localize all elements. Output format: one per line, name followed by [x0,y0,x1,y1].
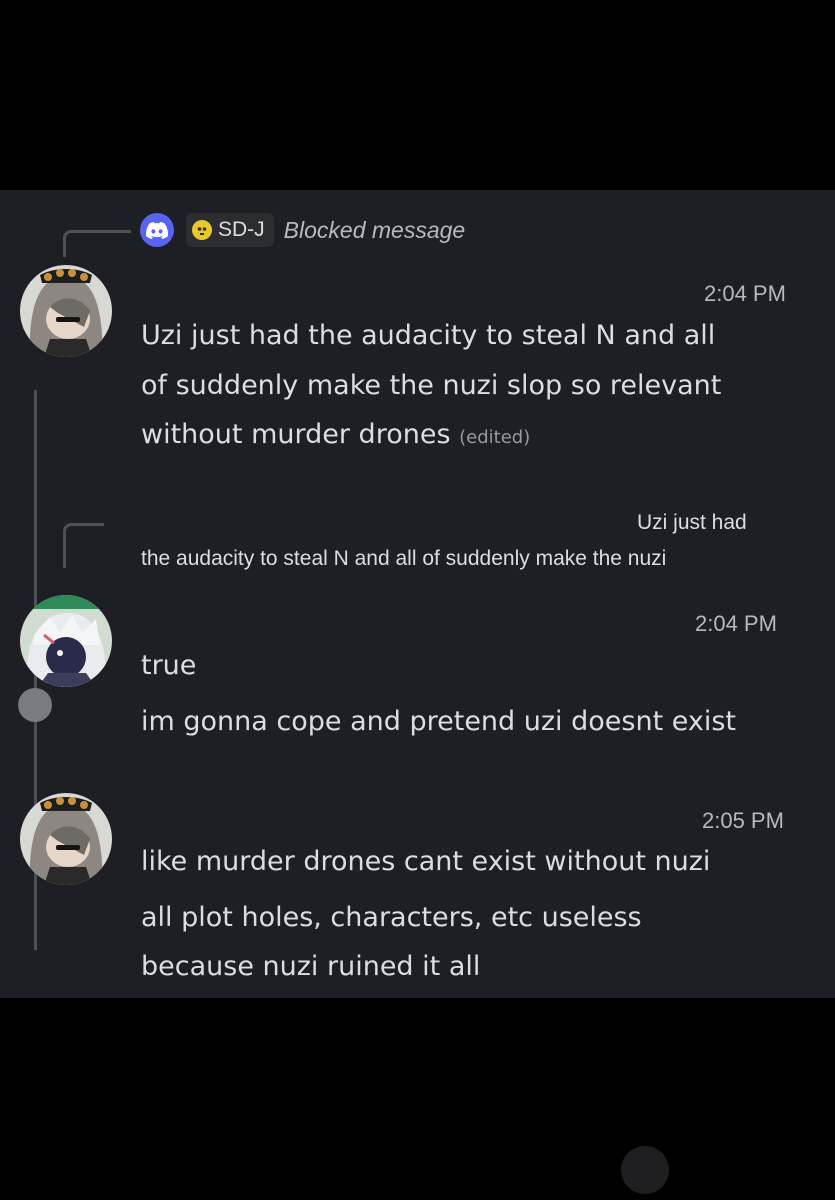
message-line: im gonna cope and pretend uzi doesnt exi… [141,706,737,737]
discord-icon [140,213,174,247]
skull-icon [192,220,212,240]
blocked-message-label[interactable]: Blocked message [284,217,466,244]
message-timestamp: 2:04 PM [704,281,786,306]
reply-preview-line[interactable]: Uzi just had [637,511,747,535]
message-timestamp: 2:05 PM [702,808,784,833]
floating-circle-button[interactable] [621,1146,669,1194]
reply-connector [63,230,131,257]
message-text: without murder drones [141,419,451,450]
message-timestamp: 2:04 PM [695,611,777,636]
message-line: of suddenly make the nuzi slop so releva… [141,370,722,401]
thread-node-dot [18,688,52,722]
message-line: because nuzi ruined it all [141,951,481,982]
message-line: all plot holes, characters, etc useless [141,902,642,933]
username-chip[interactable]: SD-J [186,213,274,247]
avatar[interactable] [20,265,112,357]
chat-panel: SD-J Blocked message 2:04 PM Uzi just ha… [0,190,835,998]
avatar[interactable] [20,595,112,687]
message-line: true [141,650,197,681]
reply-connector [63,523,104,568]
edited-label: (edited) [459,427,531,448]
message-line: Uzi just had the audacity to steal N and… [141,320,716,351]
reply-header[interactable]: SD-J Blocked message [140,212,465,248]
message-line: like murder drones cant exist without nu… [141,846,711,877]
reply-preview-line[interactable]: the audacity to steal N and all of sudde… [141,547,666,571]
avatar[interactable] [20,793,112,885]
username: SD-J [218,218,265,241]
message-line: without murder drones (edited) [141,419,530,450]
